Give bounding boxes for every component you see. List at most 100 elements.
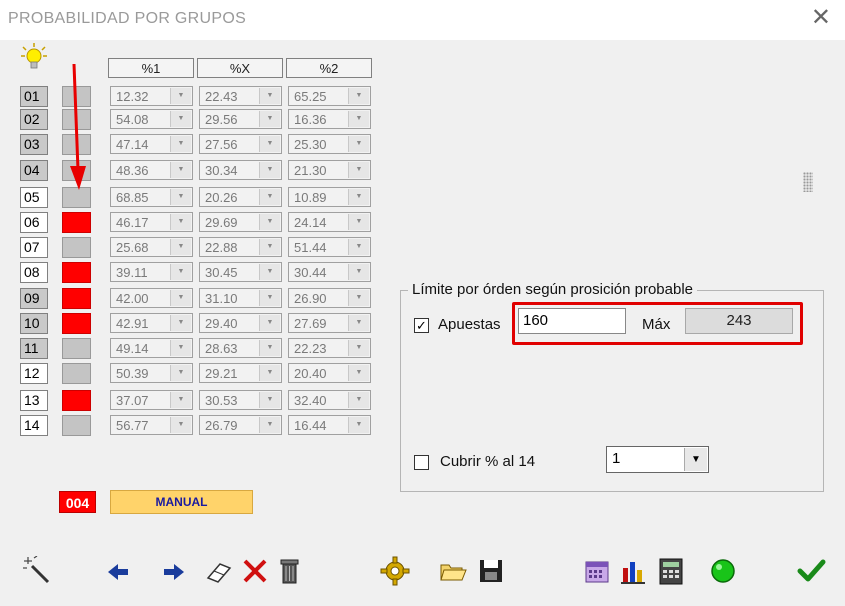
probability-cell[interactable]: 21.30 ▼: [288, 160, 371, 180]
probability-cell[interactable]: 65.25 ▼: [288, 86, 371, 106]
probability-cell[interactable]: 10.89 ▼: [288, 187, 371, 207]
chevron-down-icon[interactable]: ▼: [348, 264, 369, 280]
chevron-down-icon[interactable]: ▼: [259, 111, 280, 127]
chevron-down-icon[interactable]: ▼: [170, 162, 191, 178]
probability-cell[interactable]: 22.88 ▼: [199, 237, 282, 257]
chevron-down-icon[interactable]: ▼: [259, 136, 280, 152]
probability-cell[interactable]: 50.39 ▼: [110, 363, 193, 383]
probability-cell[interactable]: 30.34 ▼: [199, 160, 282, 180]
probability-cell[interactable]: 29.69 ▼: [199, 212, 282, 232]
lightbulb-icon[interactable]: [21, 43, 47, 73]
probability-cell[interactable]: 27.56 ▼: [199, 134, 282, 154]
chevron-down-icon[interactable]: ▼: [348, 315, 369, 331]
probability-cell[interactable]: 24.14 ▼: [288, 212, 371, 232]
row-marker[interactable]: [62, 338, 91, 359]
chevron-down-icon[interactable]: ▼: [259, 340, 280, 356]
chevron-down-icon[interactable]: ▼: [170, 365, 191, 381]
chevron-down-icon[interactable]: ▼: [348, 136, 369, 152]
chevron-down-icon[interactable]: ▼: [170, 111, 191, 127]
chevron-down-icon[interactable]: ▼: [170, 214, 191, 230]
chevron-down-icon[interactable]: ▼: [259, 214, 280, 230]
probability-cell[interactable]: 46.17 ▼: [110, 212, 193, 232]
chevron-down-icon[interactable]: ▼: [348, 162, 369, 178]
probability-cell[interactable]: 28.63 ▼: [199, 338, 282, 358]
arrow-right-icon[interactable]: [158, 556, 188, 586]
probability-cell[interactable]: 29.56 ▼: [199, 109, 282, 129]
row-marker[interactable]: [62, 415, 91, 436]
chevron-down-icon[interactable]: ▼: [259, 290, 280, 306]
chevron-down-icon[interactable]: ▼: [259, 264, 280, 280]
chevron-down-icon[interactable]: ▼: [170, 417, 191, 433]
probability-cell[interactable]: 39.11 ▼: [110, 262, 193, 282]
probability-cell[interactable]: 30.45 ▼: [199, 262, 282, 282]
chevron-down-icon[interactable]: ▼: [170, 315, 191, 331]
probability-cell[interactable]: 16.44 ▼: [288, 415, 371, 435]
cubrir-select[interactable]: 1 ▼: [606, 446, 709, 473]
chevron-down-icon[interactable]: ▼: [348, 417, 369, 433]
mode-button[interactable]: MANUAL: [110, 490, 253, 514]
probability-cell[interactable]: 22.23 ▼: [288, 338, 371, 358]
chevron-down-icon[interactable]: ▼: [259, 417, 280, 433]
chevron-down-icon[interactable]: ▼: [170, 239, 191, 255]
row-marker[interactable]: [62, 313, 91, 334]
chevron-down-icon[interactable]: ▼: [348, 214, 369, 230]
delete-x-icon[interactable]: [240, 556, 270, 586]
probability-cell[interactable]: 47.14 ▼: [110, 134, 193, 154]
magic-wand-icon[interactable]: [22, 556, 52, 586]
probability-cell[interactable]: 12.32 ▼: [110, 86, 193, 106]
probability-cell[interactable]: 31.10 ▼: [199, 288, 282, 308]
chevron-down-icon[interactable]: ▼: [170, 392, 191, 408]
probability-cell[interactable]: 68.85 ▼: [110, 187, 193, 207]
row-marker[interactable]: [62, 363, 91, 384]
eraser-icon[interactable]: [204, 556, 234, 586]
probability-cell[interactable]: 29.40 ▼: [199, 313, 282, 333]
probability-cell[interactable]: 42.00 ▼: [110, 288, 193, 308]
chevron-down-icon[interactable]: ▼: [259, 88, 280, 104]
chevron-down-icon[interactable]: ▼: [170, 290, 191, 306]
probability-cell[interactable]: 22.43 ▼: [199, 86, 282, 106]
probability-cell[interactable]: 16.36 ▼: [288, 109, 371, 129]
chevron-down-icon[interactable]: ▼: [259, 239, 280, 255]
probability-cell[interactable]: 56.77 ▼: [110, 415, 193, 435]
close-icon[interactable]: ✕: [811, 6, 831, 30]
chevron-down-icon[interactable]: ▼: [348, 239, 369, 255]
open-folder-icon[interactable]: [438, 556, 468, 586]
chevron-down-icon[interactable]: ▼: [348, 290, 369, 306]
chevron-down-icon[interactable]: ▼: [259, 162, 280, 178]
row-marker[interactable]: [62, 212, 91, 233]
row-marker[interactable]: [62, 288, 91, 309]
bar-chart-icon[interactable]: [618, 556, 648, 586]
chevron-down-icon[interactable]: ▼: [259, 365, 280, 381]
probability-cell[interactable]: 42.91 ▼: [110, 313, 193, 333]
chevron-down-icon[interactable]: ▼: [170, 88, 191, 104]
probability-cell[interactable]: 20.40 ▼: [288, 363, 371, 383]
probability-cell[interactable]: 51.44 ▼: [288, 237, 371, 257]
probability-cell[interactable]: 48.36 ▼: [110, 160, 193, 180]
probability-cell[interactable]: 54.08 ▼: [110, 109, 193, 129]
chevron-down-icon[interactable]: ▼: [348, 392, 369, 408]
chevron-down-icon[interactable]: ▼: [348, 365, 369, 381]
chevron-down-icon[interactable]: ▼: [684, 448, 707, 471]
resize-grip[interactable]: [803, 172, 813, 192]
calculator-icon[interactable]: [656, 556, 686, 586]
calendar-icon[interactable]: [582, 556, 612, 586]
row-marker[interactable]: [62, 262, 91, 283]
probability-cell[interactable]: 25.30 ▼: [288, 134, 371, 154]
chevron-down-icon[interactable]: ▼: [259, 392, 280, 408]
apuestas-checkbox[interactable]: ✓: [414, 318, 429, 333]
chevron-down-icon[interactable]: ▼: [259, 315, 280, 331]
chevron-down-icon[interactable]: ▼: [348, 189, 369, 205]
chevron-down-icon[interactable]: ▼: [170, 136, 191, 152]
chevron-down-icon[interactable]: ▼: [259, 189, 280, 205]
probability-cell[interactable]: 26.79 ▼: [199, 415, 282, 435]
chevron-down-icon[interactable]: ▼: [348, 88, 369, 104]
probability-cell[interactable]: 25.68 ▼: [110, 237, 193, 257]
chevron-down-icon[interactable]: ▼: [170, 264, 191, 280]
chevron-down-icon[interactable]: ▼: [348, 340, 369, 356]
arrow-left-icon[interactable]: [104, 556, 134, 586]
cubrir-checkbox[interactable]: [414, 455, 429, 470]
chevron-down-icon[interactable]: ▼: [170, 189, 191, 205]
probability-cell[interactable]: 32.40 ▼: [288, 390, 371, 410]
probability-cell[interactable]: 27.69 ▼: [288, 313, 371, 333]
chevron-down-icon[interactable]: ▼: [348, 111, 369, 127]
